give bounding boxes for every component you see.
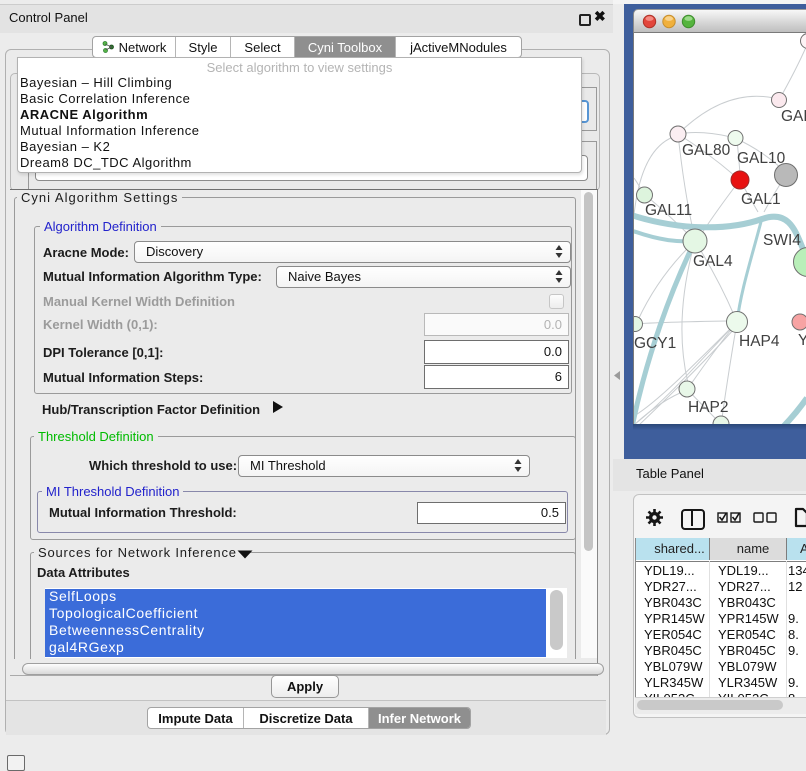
svg-text:GAL11: GAL11	[645, 202, 692, 219]
svg-text:GAL1: GAL1	[741, 191, 781, 208]
svg-text:SWI4: SWI4	[763, 232, 801, 249]
svg-text:HAP2: HAP2	[688, 399, 729, 416]
svg-text:GAL4: GAL4	[693, 253, 733, 270]
svg-text:GAL10: GAL10	[737, 150, 786, 167]
svg-text:GAL7: GAL7	[781, 108, 806, 125]
svg-text:GAL80: GAL80	[682, 142, 731, 159]
svg-text:YJ: YJ	[798, 332, 806, 349]
svg-text:GCY1: GCY1	[634, 335, 676, 352]
svg-text:HAP4: HAP4	[739, 333, 780, 350]
